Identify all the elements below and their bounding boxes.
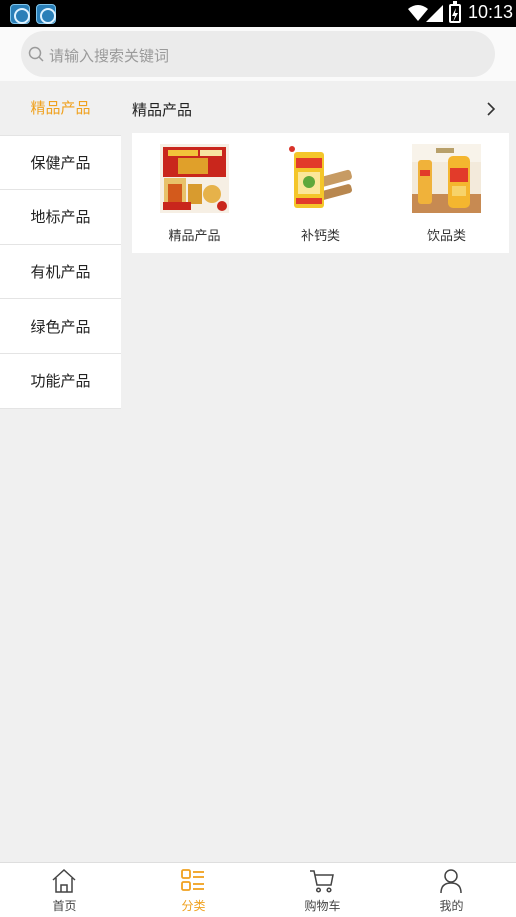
subcategory-label: 饮品类: [426, 229, 466, 244]
sidebar-item-premium[interactable]: 精品产品: [0, 81, 121, 136]
sidebar-item-health[interactable]: 保健产品: [0, 135, 121, 191]
search-placeholder: 请输入搜索关键词: [49, 48, 170, 65]
subcategory-label: 精品产品: [168, 229, 221, 244]
subcategory-premium[interactable]: 精品产品: [132, 133, 257, 253]
beverage-product-image: [412, 144, 481, 213]
app-notification-icon: [10, 4, 30, 24]
nav-label: 购物车: [304, 899, 341, 913]
cart-icon: [310, 870, 334, 893]
nav-cart[interactable]: 购物车: [258, 863, 387, 917]
category-icon: [181, 869, 204, 891]
battery-icon: [449, 1, 461, 23]
section-title: 精品产品: [132, 101, 193, 119]
clock: 10:13: [468, 2, 514, 22]
nav-profile[interactable]: 我的: [387, 863, 516, 917]
subcategory-beverage[interactable]: 饮品类: [384, 133, 509, 253]
subcategory-grid: 精品产品 补钙类 饮品类: [132, 133, 509, 253]
sidebar-item-geographic[interactable]: 地标产品: [0, 190, 121, 245]
gift-box-product-image: [160, 144, 229, 213]
category-sidebar: 精品产品 保健产品 地标产品 有机产品 绿色产品 功能产品: [0, 81, 121, 409]
sidebar-item-functional[interactable]: 功能产品: [0, 353, 121, 409]
subcategory-calcium[interactable]: 补钙类: [258, 133, 383, 253]
bottom-navigation: 首页 分类 购物车 我的: [0, 862, 516, 917]
nav-category[interactable]: 分类: [129, 863, 258, 917]
app-notification-icon: [36, 4, 56, 24]
signal-icon: [426, 5, 443, 22]
search-input[interactable]: 请输入搜索关键词: [21, 31, 495, 77]
subcategory-label: 补钙类: [300, 229, 340, 244]
search-bar: 请输入搜索关键词: [0, 27, 516, 81]
chevron-right-icon[interactable]: [484, 101, 498, 117]
home-icon: [52, 868, 76, 893]
calcium-product-image: [286, 144, 355, 213]
user-icon: [440, 869, 462, 894]
nav-home[interactable]: 首页: [0, 863, 129, 917]
nav-label: 首页: [52, 899, 77, 913]
nav-label: 我的: [439, 899, 464, 913]
nav-label: 分类: [181, 899, 206, 913]
sidebar-item-organic[interactable]: 有机产品: [0, 244, 121, 300]
wifi-icon: [408, 5, 428, 21]
search-icon: [28, 46, 44, 62]
status-bar: 10:13: [0, 0, 516, 27]
sidebar-item-green[interactable]: 绿色产品: [0, 299, 121, 354]
